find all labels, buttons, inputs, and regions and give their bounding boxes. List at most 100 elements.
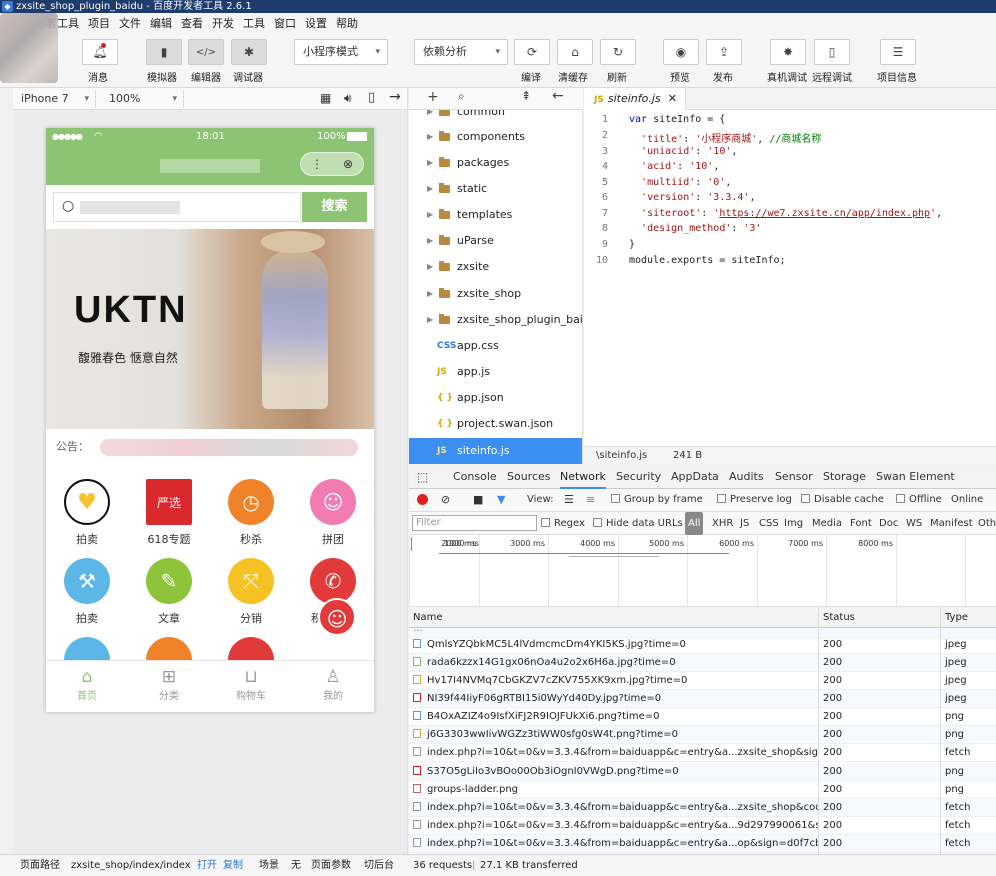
tree-item-app-js[interactable]: JS app.js — [409, 359, 582, 385]
tree-item-static[interactable]: ▶ static — [409, 176, 582, 202]
tree-item-packages[interactable]: ▶ packages — [409, 150, 582, 176]
camera-icon[interactable]: ■ — [473, 489, 483, 511]
table-row[interactable]: j6G3303wwIivWGZz3tiWW0sfg0sW4t.png?time=… — [409, 726, 996, 744]
preserve-log-checkbox[interactable]: Preserve log — [717, 489, 792, 511]
table-row[interactable]: index.php?i=10&t=0&v=3.3.4&from=baiduapp… — [409, 817, 996, 835]
tab-mine[interactable]: ♙ 我的 — [292, 661, 374, 712]
grid-layout-icon[interactable]: ▦ — [320, 91, 331, 105]
volume-icon[interactable]: 🔊︎ — [344, 91, 352, 106]
back-arrow-icon[interactable]: ← — [552, 88, 564, 104]
offline-checkbox[interactable]: Offline — [896, 489, 942, 511]
type-img[interactable]: Img — [784, 512, 803, 535]
debugger-toggle[interactable]: ✱ — [231, 39, 267, 65]
mode-select[interactable]: 小程序模式 ▾ — [294, 39, 388, 65]
search-button[interactable]: 搜索 — [302, 192, 367, 222]
col-name[interactable]: Name — [413, 607, 443, 628]
type-js[interactable]: JS — [740, 512, 749, 535]
type-css[interactable]: CSS — [759, 512, 779, 535]
record-icon[interactable] — [417, 494, 428, 505]
table-row[interactable]: Hv17I4NVMq7CbGKZV7cZKV755XK9xm.jpg?time=… — [409, 672, 996, 690]
group-by-frame-checkbox[interactable]: Group by frame — [611, 489, 703, 511]
grid-item-auction-2[interactable]: ⚒ 拍卖 — [46, 558, 128, 626]
tab-sources[interactable]: Sources — [507, 465, 551, 489]
grid-item-partial-2[interactable] — [146, 637, 192, 660]
grid-item-article[interactable]: ✎ 文章 — [128, 558, 210, 626]
type-doc[interactable]: Doc — [879, 512, 898, 535]
tab-appdata[interactable]: AppData — [671, 465, 719, 489]
list-view-icon[interactable]: ☰ — [564, 489, 574, 511]
collapse-icon[interactable]: ⇞ — [521, 89, 531, 103]
table-row[interactable]: groups-ladder.png 200 png — [409, 781, 996, 799]
menu-develop[interactable]: 开发 — [212, 15, 234, 31]
grid-item-partial-3[interactable] — [228, 637, 274, 660]
refresh-button[interactable]: ↻ — [600, 39, 636, 65]
grid-item-seckill[interactable]: ◷ 秒杀 — [210, 479, 292, 547]
tree-item-common[interactable]: ▶ common — [409, 110, 582, 125]
tree-item-templates[interactable]: ▶ templates — [409, 202, 582, 228]
rotate-icon[interactable]: ▯ — [368, 90, 375, 105]
menu-window[interactable]: 窗口 — [274, 15, 296, 31]
tab-sensor[interactable]: Sensor — [775, 465, 813, 489]
notice-bar[interactable]: 公告： — [46, 429, 374, 465]
filter-input[interactable]: Filter — [412, 515, 537, 531]
tree-item-app-css[interactable]: CSS app.css — [409, 333, 582, 359]
tree-item-siteinfo-js[interactable]: JS siteinfo.js — [409, 438, 582, 464]
menu-settings[interactable]: 设置 — [305, 15, 327, 31]
table-row[interactable]: index.php?i=10&t=0&v=3.3.4&from=baiduapp… — [409, 835, 996, 853]
banner-image[interactable]: UKTN 馥雅春色 惬意自然 — [46, 229, 374, 429]
tab-security[interactable]: Security — [616, 465, 661, 489]
zoom-select[interactable]: 100% ▾ — [101, 90, 184, 108]
compile-button[interactable]: ⟳ — [514, 39, 550, 65]
menu-edit[interactable]: 编辑 — [150, 15, 172, 31]
inspect-element-icon[interactable]: ⬚ — [417, 465, 428, 489]
column-divider[interactable] — [818, 607, 819, 854]
type-other[interactable]: Oth — [978, 512, 996, 535]
simulator-toggle[interactable]: ▮ — [146, 39, 182, 65]
col-type[interactable]: Type — [945, 607, 968, 628]
tab-storage[interactable]: Storage — [823, 465, 866, 489]
col-status[interactable]: Status — [823, 607, 855, 628]
customer-service-float-icon[interactable]: ☺ — [318, 598, 356, 636]
menu-file[interactable]: 文件 — [119, 15, 141, 31]
table-row[interactable]: S37O5gLiIo3vBOo00Ob3iOgnI0VWgD.png?time=… — [409, 763, 996, 781]
tree-item-uparse[interactable]: ▶ uParse — [409, 228, 582, 254]
network-timeline[interactable]: 1000 ms 2000 ms 3000 ms 4000 ms 5000 ms … — [409, 535, 996, 607]
real-debug-button[interactable]: ✸ — [770, 39, 806, 65]
publish-button[interactable]: ⇪ — [706, 39, 742, 65]
hide-data-urls-checkbox[interactable]: Hide data URLs — [593, 512, 683, 535]
menu-help[interactable]: 帮助 — [336, 15, 358, 31]
menu-tools[interactable]: 工具 — [243, 15, 265, 31]
user-avatar[interactable] — [0, 13, 58, 83]
regex-checkbox[interactable]: Regex — [541, 512, 585, 535]
preview-button[interactable]: ◉ — [663, 39, 699, 65]
arrow-right-icon[interactable]: → — [389, 89, 401, 105]
tab-swan-element[interactable]: Swan Element — [876, 465, 955, 489]
remote-debug-button[interactable]: ▯ — [814, 39, 850, 65]
project-info-button[interactable]: ☰ — [880, 39, 916, 65]
close-circle-icon[interactable]: ⊗ — [343, 157, 353, 171]
clear-cache-button[interactable]: ⌂ — [557, 39, 593, 65]
tab-console[interactable]: Console — [453, 465, 497, 489]
online-select[interactable]: Online — [951, 489, 983, 511]
tree-item-project-swan-json[interactable]: { } project.swan.json — [409, 411, 582, 437]
code-editor[interactable]: 1 var siteInfo = { 2 'title': '小程序商城', //… — [584, 110, 996, 446]
tab-home[interactable]: ⌂ 首页 — [46, 661, 128, 712]
copy-link[interactable]: 复制 — [223, 855, 243, 876]
tree-item-app-json[interactable]: { } app.json — [409, 385, 582, 411]
grid-item-auction[interactable]: ♥ 拍卖 — [46, 479, 128, 547]
disable-cache-checkbox[interactable]: Disable cache — [801, 489, 884, 511]
open-link[interactable]: 打开 — [197, 855, 217, 876]
grid-item-618[interactable]: 严选 618专题 — [128, 479, 210, 547]
dependency-select[interactable]: 依赖分析 ▾ — [414, 39, 508, 65]
waterfall-view-icon[interactable]: ≡ — [586, 489, 595, 511]
table-row[interactable]: index.php?i=10&t=0&v=3.3.4&from=baiduapp… — [409, 744, 996, 762]
table-row[interactable]: index.php?i=10&t=0&v=3.3.4&from=baiduapp… — [409, 799, 996, 817]
type-xhr[interactable]: XHR — [712, 512, 733, 535]
close-icon[interactable]: ✕ — [668, 88, 677, 110]
tab-category[interactable]: ⊞ 分类 — [128, 661, 210, 712]
editor-tab-siteinfo[interactable]: JS siteinfo.js ✕ — [584, 88, 686, 110]
table-row[interactable]: rada6kzzx14G1gx06nOa4u2o2x6H6a.jpg?time=… — [409, 654, 996, 672]
capsule-menu[interactable]: ⋮ ⊗ — [300, 152, 364, 176]
clear-icon[interactable]: ⊘ — [441, 489, 450, 511]
grid-item-group[interactable]: ☺ 拼团 — [292, 479, 374, 547]
